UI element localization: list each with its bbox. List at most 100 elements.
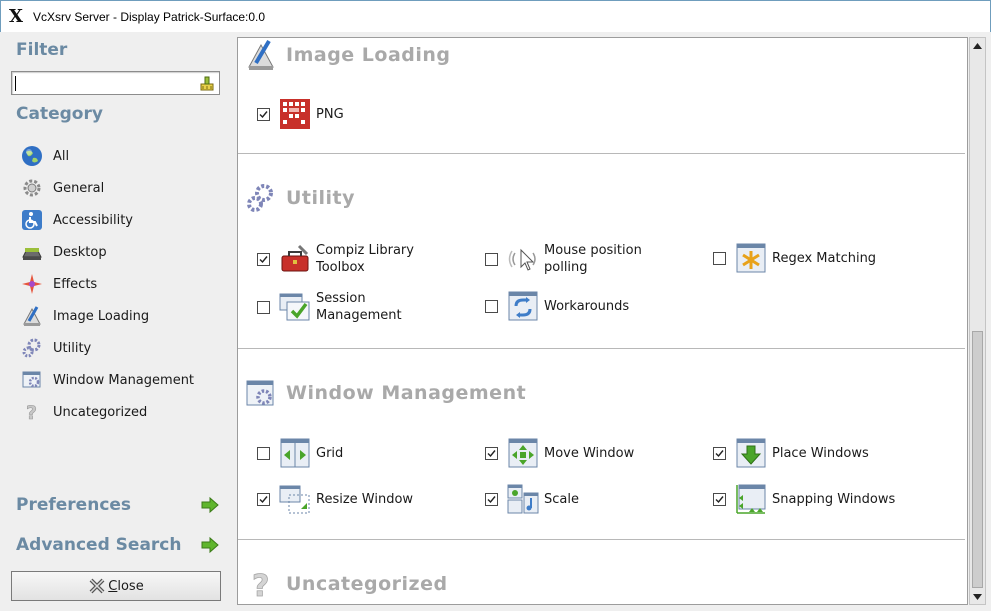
place-windows-icon [736,438,766,468]
plugin-checkbox[interactable] [257,252,270,266]
plugin-checkbox[interactable] [257,446,270,460]
plugin-scale[interactable]: Scale [485,483,579,515]
plugin-grid[interactable]: Grid [257,437,343,469]
plugin-label: Move Window [544,445,635,461]
category-item-uncategorized[interactable]: ? Uncategorized [20,396,220,428]
category-item-utility[interactable]: Utility [20,332,220,364]
workarounds-refresh-icon [508,291,538,321]
scroll-down-arrow-icon [973,593,982,600]
section-header: Image Loading [244,38,451,72]
plugin-regex-matching[interactable]: Regex Matching [713,242,876,274]
preferences-label: Preferences [16,495,132,515]
gear-icon [20,176,44,200]
category-item-accessibility[interactable]: Accessibility [20,204,220,236]
category-item-window-management[interactable]: Window Management [20,364,220,396]
preferences-link[interactable]: Preferences [16,492,220,518]
category-label: General [53,180,105,196]
close-label: lose [117,578,144,594]
scroll-down-button[interactable] [970,589,985,604]
plugin-checkbox[interactable] [257,492,270,506]
plugin-label: Compiz Library Toolbox [316,243,414,275]
globe-icon [20,144,44,168]
category-label: Accessibility [53,212,133,228]
grid-icon [280,438,310,468]
category-item-all[interactable]: All [20,140,220,172]
close-icon [89,578,105,594]
window-titlebar: X VcXsrv Server - Display Patrick-Surfac… [0,0,991,32]
section-title: Image Loading [286,44,451,66]
category-label: Desktop [53,244,107,260]
scrollbar-thumb[interactable] [972,331,983,588]
plugin-session-management[interactable]: Session Management [257,290,426,324]
section-title: Uncategorized [286,573,448,595]
section-separator [238,153,965,154]
plugin-checkbox[interactable] [485,492,498,506]
category-label: Effects [53,276,98,292]
category-item-desktop[interactable]: Desktop [20,236,220,268]
window-management-icon [244,376,278,410]
image-loading-icon [244,38,278,72]
category-item-image-loading[interactable]: Image Loading [20,300,220,332]
plugin-label: Scale [544,491,579,507]
plugin-checkbox[interactable] [713,251,726,265]
plugin-label: Workarounds [544,298,630,314]
plugin-label: Grid [316,445,344,461]
category-item-general[interactable]: General [20,172,220,204]
svg-text:?: ? [252,569,269,600]
question-icon: ? [244,567,278,601]
plugin-checkbox[interactable] [485,252,498,266]
plugin-checkbox[interactable] [713,446,726,460]
plugin-label: Regex Matching [772,250,877,266]
close-button[interactable]: Close [11,571,221,601]
advanced-search-label: Advanced Search [16,535,182,555]
toolbox-icon [281,244,309,272]
move-window-icon [508,438,538,468]
section-separator [238,348,965,349]
plugin-place-windows[interactable]: Place Windows [713,437,869,469]
filter-heading: Filter [16,40,68,60]
wheelchair-icon [20,208,44,232]
plugin-checkbox[interactable] [485,299,498,313]
plugin-checkbox[interactable] [713,492,726,506]
plugin-png[interactable]: PNG [257,98,344,130]
plugin-checkbox[interactable] [257,300,270,314]
plugin-mouse-position-polling[interactable]: Mouse position polling [485,242,654,276]
category-item-effects[interactable]: Effects [20,268,220,300]
plugin-workarounds[interactable]: Workarounds [485,290,629,322]
section-header: ? Uncategorized [244,567,448,601]
session-check-icon [279,293,310,321]
plugin-compiz-library-toolbox[interactable]: Compiz Library Toolbox [257,242,426,276]
sparkle-icon [20,272,44,296]
vertical-scrollbar[interactable] [969,37,986,605]
section-header: Window Management [244,376,526,410]
image-loading-icon [20,304,44,328]
arrow-right-icon [201,536,219,554]
advanced-search-link[interactable]: Advanced Search [16,532,220,558]
resize-window-icon [279,485,310,514]
scroll-up-arrow-icon [973,42,982,49]
plugin-label: Session Management [316,291,402,323]
category-label: Window Management [53,372,195,388]
plugin-resize-window[interactable]: Resize Window [257,483,413,515]
plugin-label: PNG [316,106,344,122]
plugin-snapping-windows[interactable]: Snapping Windows [713,483,895,515]
utility-gears-icon [244,181,278,215]
category-label: All [53,148,70,164]
utility-gears-icon [20,336,44,360]
svg-text:?: ? [26,402,37,423]
window-management-icon [20,368,44,392]
plugin-checkbox[interactable] [257,107,270,121]
mouse-pointer-icon [508,248,536,271]
category-label: Uncategorized [53,404,148,420]
text-caret [15,76,16,91]
plugin-move-window[interactable]: Move Window [485,437,634,469]
scroll-up-button[interactable] [970,38,985,53]
plugin-checkbox[interactable] [485,446,498,460]
sidebar: Filter Category All General Accessibilit… [0,32,233,611]
filter-input[interactable] [11,71,220,95]
clear-brush-icon[interactable] [199,75,215,91]
window-title: VcXsrv Server - Display Patrick-Surface:… [33,9,266,24]
arrow-right-icon [201,496,219,514]
category-list: All General Accessibility Desktop Effect… [20,140,220,428]
x-logo-icon: X [9,5,23,27]
